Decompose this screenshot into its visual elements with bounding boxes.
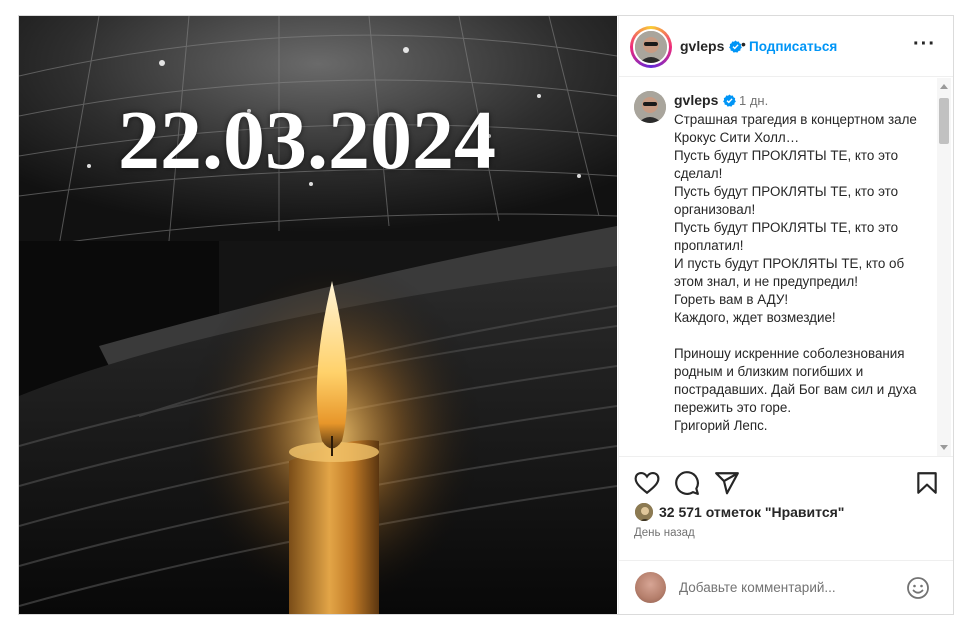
- caption-time[interactable]: 1 дн.: [739, 93, 768, 108]
- caption-author-avatar[interactable]: [634, 91, 666, 123]
- caption-line: Григорий Лепс.: [674, 418, 768, 433]
- caption-line: Каждого, ждет возмездие!: [674, 310, 836, 325]
- likes-row[interactable]: 32 571 отметок "Нравится": [634, 502, 844, 522]
- caption-line: Пусть будут ПРОКЛЯТЫ ТЕ, кто это проплат…: [674, 220, 902, 253]
- caption-line: Пусть будут ПРОКЛЯТЫ ТЕ, кто это организ…: [674, 184, 902, 217]
- image-date-overlay: 22.03.2024: [118, 94, 496, 187]
- post-header: gvleps • Подписаться ···: [619, 16, 953, 77]
- current-user-avatar: [635, 572, 666, 603]
- caption-line: [674, 327, 936, 345]
- emoji-icon[interactable]: [906, 576, 930, 600]
- share-icon[interactable]: [714, 470, 740, 496]
- scroll-up-icon[interactable]: [940, 84, 948, 89]
- caption-text: Страшная трагедия в концертном зале Крок…: [674, 111, 936, 435]
- bookmark-icon[interactable]: [914, 470, 940, 496]
- comment-input[interactable]: [679, 575, 899, 599]
- more-options-icon[interactable]: ···: [913, 33, 936, 56]
- post-modal: 22.03.2024 gvleps • Подписаться ··· gvle…: [18, 15, 954, 615]
- add-comment-bar: [619, 560, 953, 614]
- post-timestamp[interactable]: День назад: [634, 527, 695, 539]
- scroll-down-icon[interactable]: [940, 445, 948, 450]
- scroll-thumb[interactable]: [939, 98, 949, 144]
- story-ring[interactable]: [630, 26, 672, 68]
- follow-button[interactable]: Подписаться: [749, 39, 837, 54]
- comment-icon[interactable]: [674, 470, 700, 496]
- separator-dot: •: [741, 36, 746, 52]
- caption-line: Гореть вам в АДУ!: [674, 292, 789, 307]
- comments-section: gvleps 1 дн. Страшная трагедия в концерт…: [619, 78, 953, 456]
- author-username[interactable]: gvleps: [680, 38, 724, 54]
- caption-line: Страшная трагедия в концертном зале Крок…: [674, 112, 921, 145]
- caption-username[interactable]: gvleps: [674, 92, 718, 108]
- verified-badge-icon: [723, 94, 736, 107]
- candle: [289, 440, 379, 614]
- heart-icon[interactable]: [634, 470, 660, 496]
- author-avatar: [633, 29, 669, 65]
- caption-line: Пусть будут ПРОКЛЯТЫ ТЕ, кто это сделал!: [674, 148, 902, 181]
- comments-scrollbar[interactable]: [937, 78, 951, 456]
- likes-count[interactable]: 32 571 отметок "Нравится": [659, 504, 844, 520]
- post-details-pane: gvleps • Подписаться ··· gvleps 1 дн. Ст…: [618, 16, 953, 614]
- caption-line: И пусть будут ПРОКЛЯТЫ ТЕ, кто об этом з…: [674, 256, 908, 289]
- post-image[interactable]: 22.03.2024: [19, 16, 617, 614]
- caption-line: Приношу искренние соболезнования родным …: [674, 346, 921, 415]
- liker-avatar: [634, 502, 654, 522]
